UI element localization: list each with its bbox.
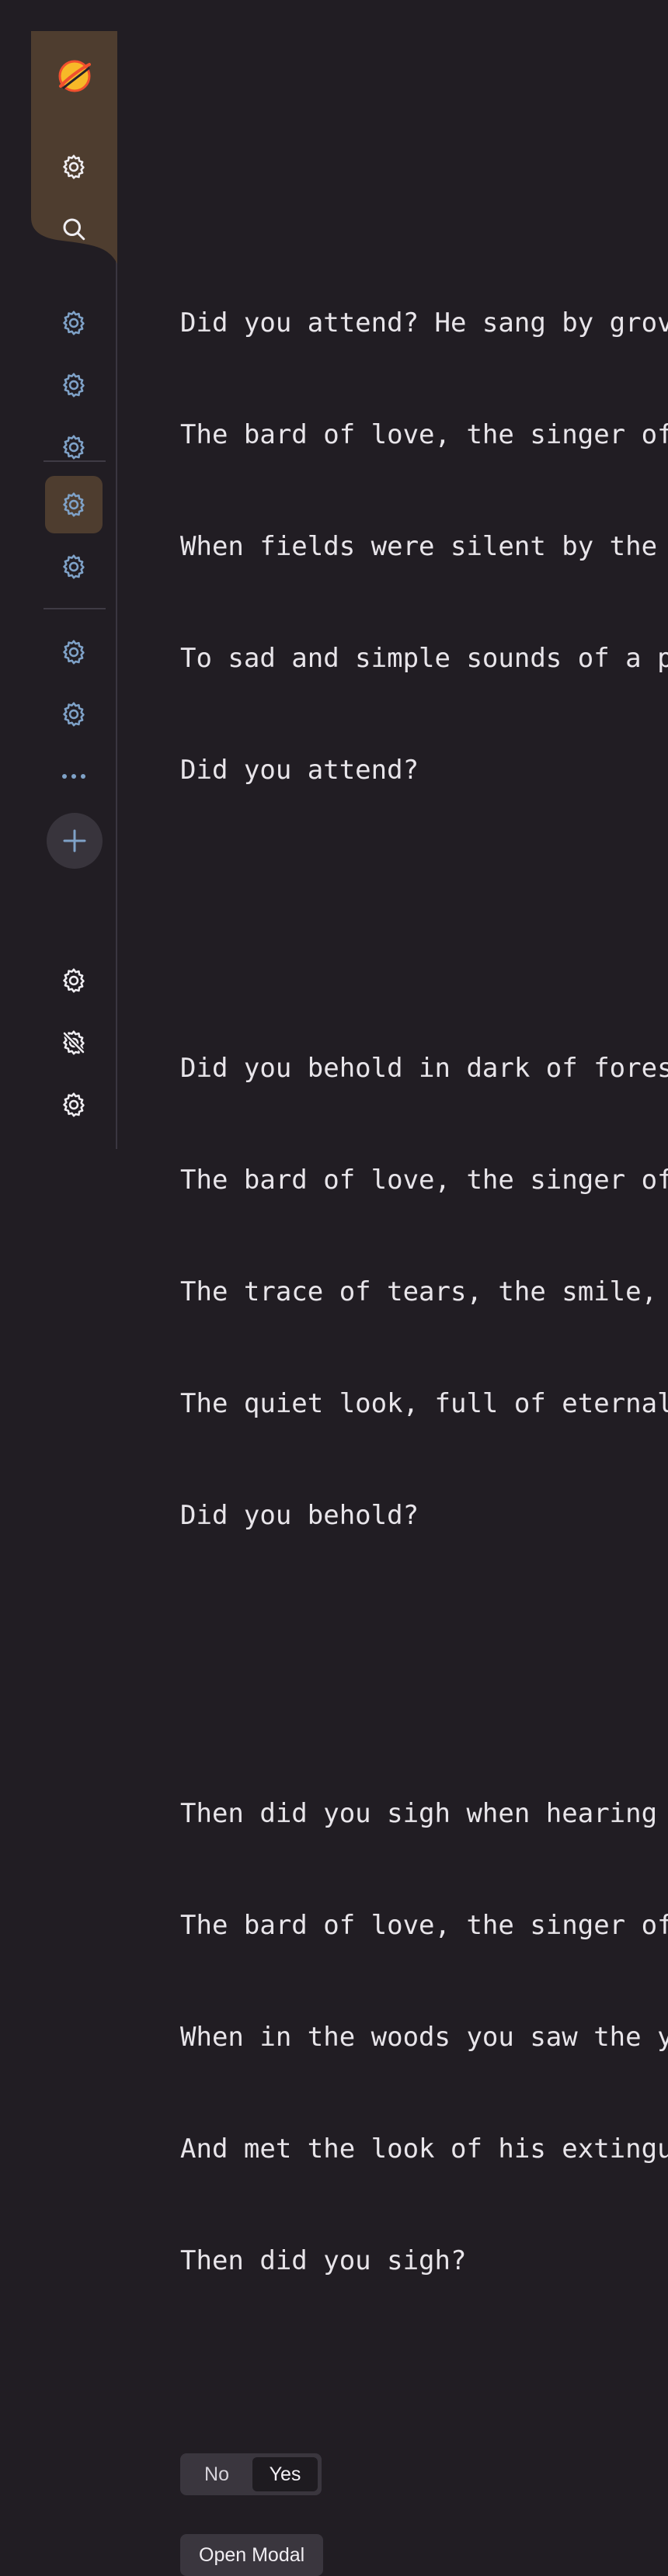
poem: Did you attend? He sang by grove The bar… <box>180 155 668 2428</box>
poem-line: Did you attend? He sang by grove <box>180 307 668 338</box>
sidebar-item-1[interactable] <box>45 294 103 352</box>
sidebar-header <box>31 31 117 264</box>
toggle-option-no[interactable]: No <box>184 2457 249 2491</box>
planet-logo-icon[interactable] <box>57 58 92 94</box>
settings-icon <box>63 968 85 993</box>
poem-line: The bard of love, the singer of <box>180 1910 668 1941</box>
poem-line: The quiet look, full of eternal <box>180 1388 668 1419</box>
poem-line: Did you behold? <box>180 1500 419 1531</box>
stanza: Then did you sigh when hearing The bard … <box>180 1720 668 2354</box>
stanza: Did you attend? He sang by grove The bar… <box>180 230 668 863</box>
sidebar-item-3[interactable] <box>45 418 103 476</box>
poem-line: The bard of love, the singer of <box>180 419 668 450</box>
debug-off-icon <box>63 1030 85 1055</box>
poem-line: To sad and simple sounds of a p <box>180 643 668 674</box>
poem-line: The bard of love, the singer of <box>180 1165 668 1196</box>
poem-line: The trace of tears, the smile, <box>180 1276 658 1307</box>
search-icon <box>63 218 85 241</box>
settings-icon <box>63 311 85 335</box>
sidebar-bottom-settings-button[interactable] <box>45 952 103 1009</box>
main-content: Did you attend? He sang by grove The bar… <box>180 155 668 2576</box>
poem-line: Did you behold in dark of fores <box>180 1053 668 1084</box>
settings-icon <box>63 554 85 579</box>
poem-line: Then did you sigh? <box>180 2245 467 2276</box>
poem-line: Did you attend? <box>180 755 419 786</box>
open-modal-button[interactable]: Open Modal <box>180 2534 324 2576</box>
sidebar-divider <box>43 460 106 462</box>
sidebar-debug-button[interactable] <box>45 1014 103 1071</box>
more-horizontal-icon <box>62 774 85 779</box>
poem-line: When in the woods you saw the y <box>180 2022 668 2053</box>
settings-icon <box>63 492 85 517</box>
settings-icon <box>63 373 85 398</box>
sidebar <box>31 31 117 1149</box>
sidebar-settings-button[interactable] <box>45 138 103 196</box>
sidebar-item-6[interactable] <box>45 623 103 681</box>
sidebar-search-button[interactable] <box>45 200 103 258</box>
sidebar-item-4-active[interactable] <box>45 476 103 533</box>
settings-icon <box>63 702 85 727</box>
settings-icon <box>63 1092 85 1117</box>
sidebar-item-2[interactable] <box>45 356 103 414</box>
sidebar-more-button[interactable] <box>45 748 103 805</box>
sidebar-item-7[interactable] <box>45 686 103 743</box>
settings-icon <box>63 435 85 460</box>
yes-no-toggle: No Yes <box>180 2453 322 2495</box>
settings-icon <box>63 640 85 665</box>
poem-line: And met the look of his extingu <box>180 2133 668 2165</box>
sidebar-divider <box>43 608 106 609</box>
stanza: Did you behold in dark of fores The bard… <box>180 975 668 1609</box>
plus-icon <box>63 829 86 852</box>
sidebar-bottom-settings-button-2[interactable] <box>45 1076 103 1134</box>
toggle-option-yes[interactable]: Yes <box>252 2457 318 2491</box>
poem-line: When fields were silent by the <box>180 531 658 562</box>
settings-icon <box>63 154 85 179</box>
poem-line: Then did you sigh when hearing <box>180 1798 658 1829</box>
add-button[interactable] <box>47 813 103 869</box>
sidebar-item-5[interactable] <box>45 538 103 595</box>
